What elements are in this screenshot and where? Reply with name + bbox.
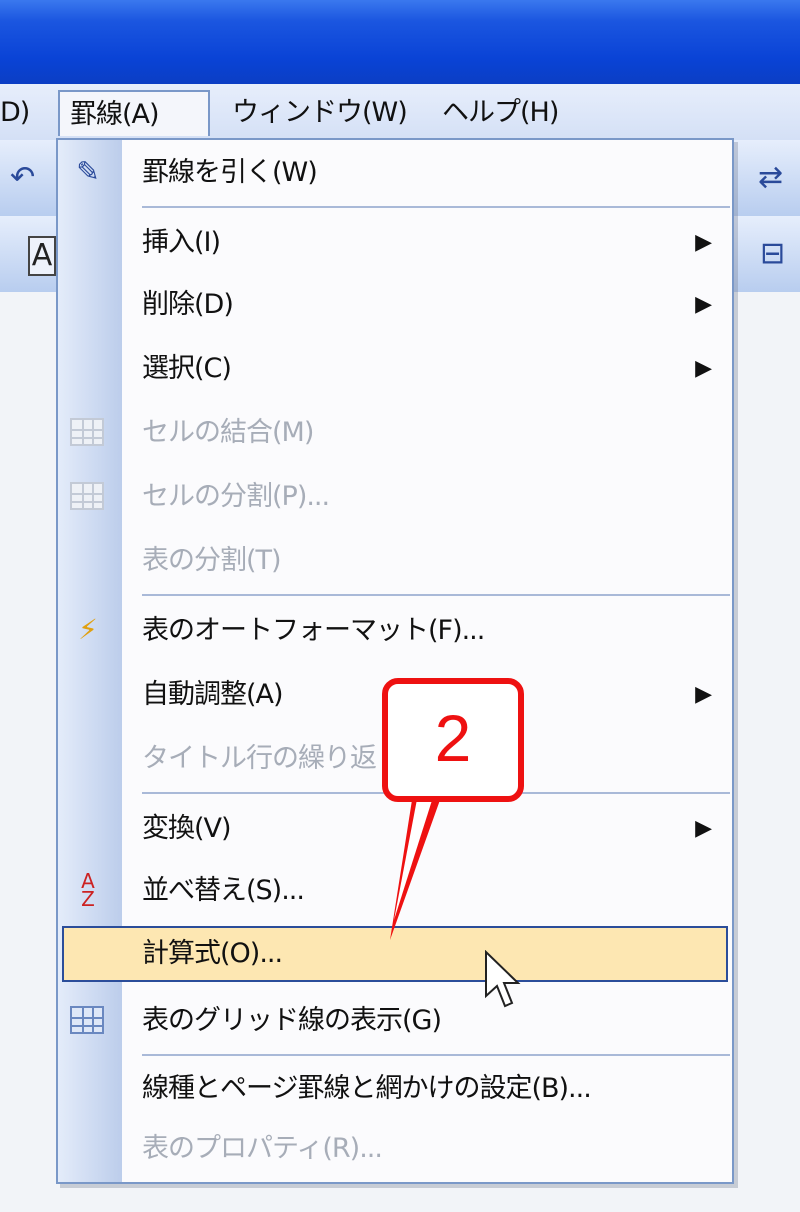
menu-item-table-properties[interactable]: 表のプロパティ(R)... <box>58 1118 732 1180</box>
menu-item-label: 表のオートフォーマット(F)... <box>142 615 485 646</box>
title-bar <box>0 0 800 84</box>
menu-bar: D) 罫線(A) ウィンドウ(W) ヘルプ(H) <box>0 84 800 140</box>
menu-item-label: 計算式(O)... <box>142 938 283 969</box>
menu-item-delete[interactable]: 削除(D) ▶ <box>58 274 732 336</box>
menu-item-label: 表のプロパティ(R)... <box>142 1133 383 1164</box>
menu-item-gridlines[interactable]: 表のグリッド線の表示(G) <box>58 990 732 1052</box>
menu-item-label: タイトル行の繰り返し <box>142 743 403 774</box>
menu-item-draw-table[interactable]: ✎ 罫線を引く(W) <box>58 142 732 204</box>
menu-window[interactable]: ウィンドウ(W) <box>232 90 408 136</box>
callout-number: 2 <box>434 701 472 775</box>
menu-item-insert[interactable]: 挿入(I) ▶ <box>58 212 732 274</box>
menu-separator <box>142 594 730 596</box>
submenu-arrow-icon: ▶ <box>695 816 712 841</box>
menu-item-convert[interactable]: 変換(V) ▶ <box>58 798 732 860</box>
menu-item-label: セルの分割(P)... <box>142 481 330 512</box>
menu-item-label: 表のグリッド線の表示(G) <box>142 1005 442 1036</box>
submenu-arrow-icon: ▶ <box>695 682 712 707</box>
mouse-pointer-icon <box>485 950 521 1008</box>
submenu-arrow-icon: ▶ <box>695 356 712 381</box>
align-icon[interactable]: ⊟ <box>760 236 785 271</box>
merge-cells-icon <box>70 418 104 446</box>
menu-table-prev[interactable]: D) <box>0 90 30 136</box>
menu-item-label: セルの結合(M) <box>142 417 314 448</box>
menu-item-label: 自動調整(A) <box>142 679 284 710</box>
sort-az-icon: AZ <box>81 869 95 911</box>
grid-icon <box>70 1006 104 1034</box>
menu-separator <box>142 206 730 208</box>
draw-table-icon: ✎ <box>76 155 100 188</box>
font-color-icon[interactable]: A <box>28 236 56 276</box>
menu-item-label: 削除(D) <box>142 289 234 320</box>
menu-item-select[interactable]: 選択(C) ▶ <box>58 338 732 400</box>
menu-item-label: 表の分割(T) <box>142 545 282 576</box>
menu-table-lines[interactable]: 罫線(A) <box>58 90 210 136</box>
menu-item-autoformat[interactable]: ⚡ 表のオートフォーマット(F)... <box>58 600 732 662</box>
menu-item-label: 線種とページ罫線と網かけの設定(B)... <box>142 1073 592 1104</box>
menu-item-split-table[interactable]: 表の分割(T) <box>58 530 732 592</box>
menu-item-sort[interactable]: AZ 並べ替え(S)... <box>58 860 732 922</box>
submenu-arrow-icon: ▶ <box>695 292 712 317</box>
menu-item-merge-cells[interactable]: セルの結合(M) <box>58 402 732 464</box>
menu-item-formula[interactable]: 計算式(O)... <box>62 926 728 982</box>
menu-item-borders-shading[interactable]: 線種とページ罫線と網かけの設定(B)... <box>58 1058 732 1120</box>
autoformat-icon: ⚡ <box>78 613 98 646</box>
menu-item-label: 並べ替え(S)... <box>142 875 305 906</box>
menu-separator <box>142 1054 730 1056</box>
submenu-arrow-icon: ▶ <box>695 230 712 255</box>
menu-item-label: 変換(V) <box>142 813 232 844</box>
menu-help[interactable]: ヘルプ(H) <box>442 90 559 136</box>
menu-item-label: 挿入(I) <box>142 227 221 258</box>
menu-item-label: 罫線を引く(W) <box>142 157 318 188</box>
split-cells-icon <box>70 482 104 510</box>
undo-icon[interactable]: ↶ <box>10 160 35 195</box>
table-menu-dropdown: ✎ 罫線を引く(W) 挿入(I) ▶ 削除(D) ▶ 選択(C) ▶ セルの結合… <box>56 138 734 1184</box>
menu-item-split-cells[interactable]: セルの分割(P)... <box>58 466 732 528</box>
step-callout: 2 <box>382 678 524 802</box>
toolbar-right-icon[interactable]: ⇄ <box>758 160 783 195</box>
menu-item-label: 選択(C) <box>142 353 232 384</box>
